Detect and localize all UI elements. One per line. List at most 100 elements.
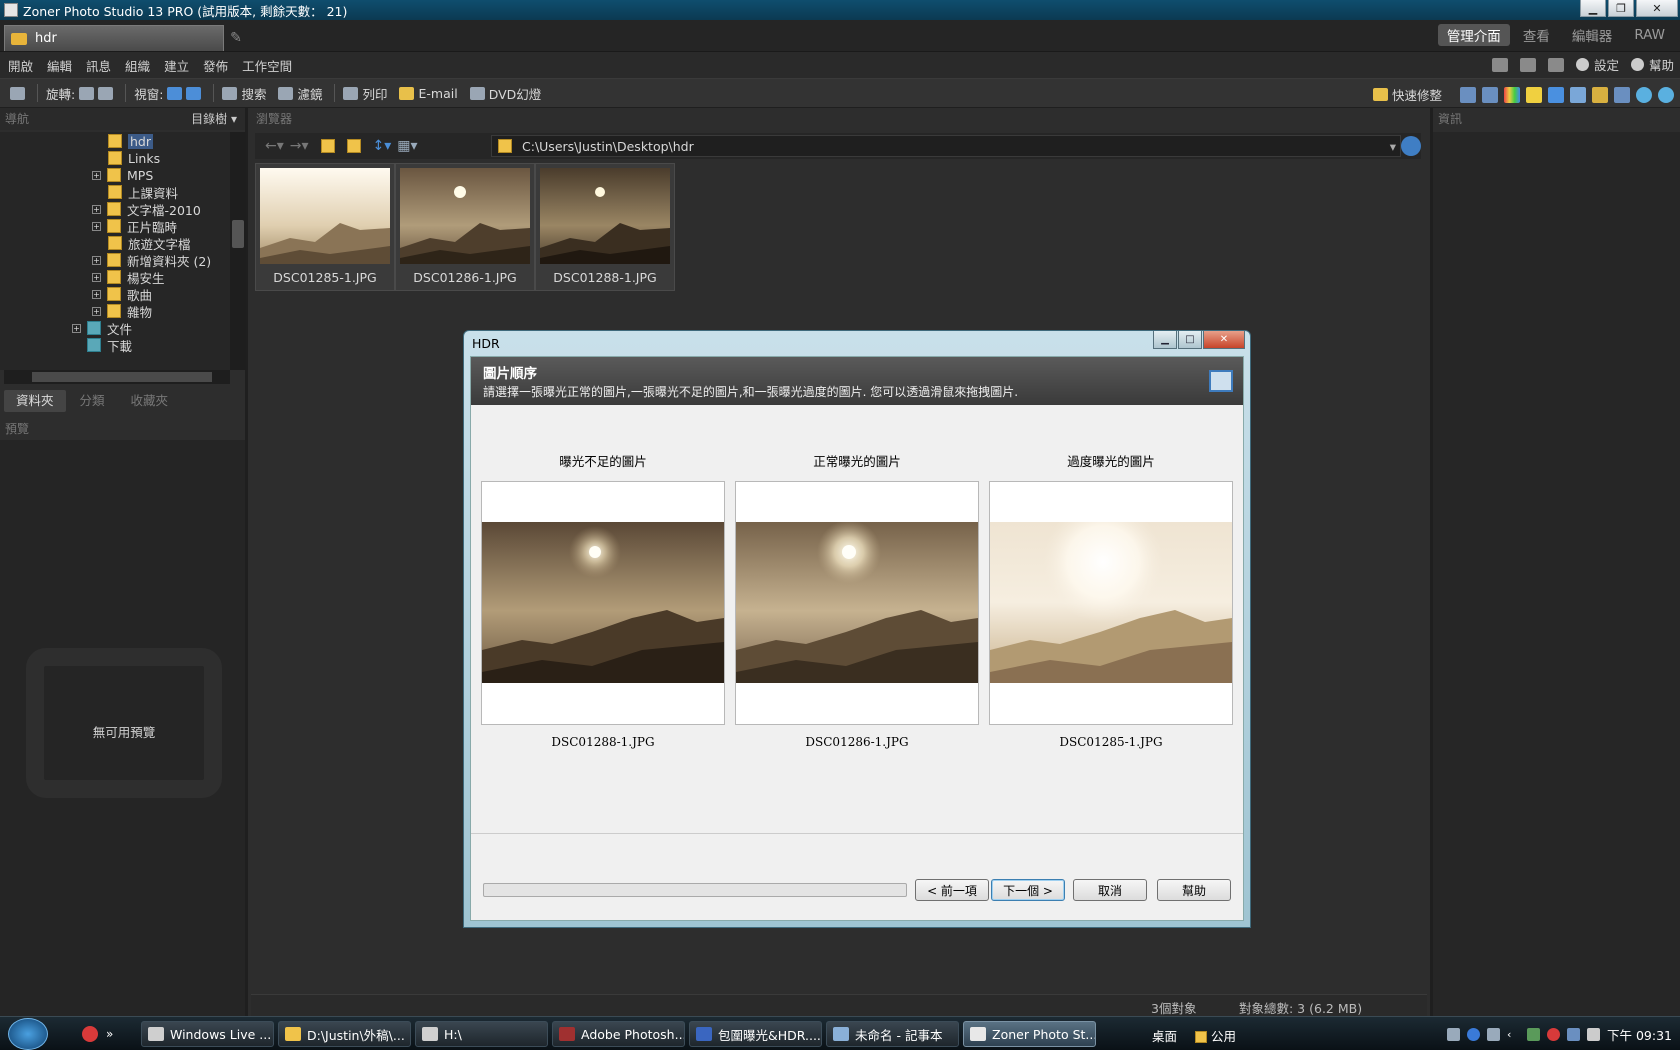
volume-icon[interactable] bbox=[1587, 1027, 1600, 1041]
card-icon[interactable] bbox=[1519, 57, 1536, 72]
quick-fix-button[interactable]: 快速修整 bbox=[1372, 85, 1442, 104]
tree-item-misc[interactable]: + 雜物 bbox=[92, 302, 152, 320]
zoom-in-icon[interactable] bbox=[1636, 86, 1652, 103]
batch-icon[interactable] bbox=[1614, 86, 1630, 103]
keyboard-icon[interactable] bbox=[1447, 1027, 1460, 1041]
light-icon[interactable] bbox=[1526, 86, 1542, 103]
tree-item-yang[interactable]: + 楊安生 bbox=[92, 268, 165, 286]
menu-edit[interactable]: 編輯 bbox=[47, 56, 72, 75]
next-button[interactable]: 下一個 > bbox=[991, 879, 1065, 901]
menu-create[interactable]: 建立 bbox=[164, 56, 189, 75]
overexposed-image-slot[interactable] bbox=[989, 481, 1233, 725]
effects-icon[interactable] bbox=[1592, 86, 1608, 103]
sharpen-icon[interactable] bbox=[1548, 86, 1564, 103]
tree-item-downloads[interactable]: 下載 bbox=[87, 336, 132, 354]
filter-button[interactable]: 濾鏡 bbox=[278, 84, 322, 103]
expand-icon[interactable]: + bbox=[92, 289, 101, 299]
mode-raw[interactable]: RAW bbox=[1625, 24, 1674, 46]
minimize-button[interactable]: ▁ bbox=[1580, 0, 1606, 17]
chevron-down-icon[interactable]: ▾ bbox=[1390, 139, 1396, 154]
view-left-icon[interactable] bbox=[167, 86, 183, 100]
task-explorer-h[interactable]: H:\ bbox=[415, 1021, 548, 1047]
prev-button[interactable]: < 前一項 bbox=[915, 879, 989, 901]
expand-icon[interactable]: + bbox=[92, 170, 101, 180]
view-right-icon[interactable] bbox=[186, 86, 202, 100]
scrollbar-thumb[interactable] bbox=[232, 220, 244, 248]
menu-publish[interactable]: 發佈 bbox=[203, 56, 228, 75]
mode-editor[interactable]: 編輯器 bbox=[1563, 24, 1622, 46]
network-icon[interactable] bbox=[1527, 1027, 1540, 1041]
expand-icon[interactable]: + bbox=[92, 204, 101, 214]
image-edit-icon[interactable] bbox=[1570, 86, 1586, 103]
tree-view-dropdown[interactable]: 目錄樹 ▾ bbox=[191, 108, 237, 130]
help-button[interactable]: 幫助 bbox=[1630, 55, 1674, 74]
email-button[interactable]: E-mail bbox=[399, 86, 458, 101]
tree-vertical-scrollbar[interactable] bbox=[230, 132, 246, 370]
expand-icon[interactable]: + bbox=[92, 306, 101, 316]
document-tab-hdr[interactable]: hdr bbox=[4, 25, 224, 51]
task-windows-live[interactable]: Windows Live ... bbox=[141, 1021, 274, 1047]
public-link[interactable]: 公用 bbox=[1195, 1026, 1236, 1045]
expand-icon[interactable]: + bbox=[92, 255, 101, 265]
view-mode-icon[interactable]: ▦▾ bbox=[397, 138, 417, 154]
sort-icon[interactable]: ↕▾ bbox=[373, 138, 392, 154]
expand-icon[interactable]: + bbox=[92, 221, 101, 231]
dvd-slideshow-button[interactable]: DVD幻燈 bbox=[469, 84, 541, 103]
start-button[interactable] bbox=[8, 1018, 48, 1050]
monitor-icon[interactable] bbox=[1491, 57, 1508, 72]
resize-icon[interactable] bbox=[1482, 86, 1498, 103]
tab-favorites[interactable]: 收藏夾 bbox=[119, 390, 181, 412]
crop-icon[interactable] bbox=[1460, 86, 1476, 103]
tab-categories[interactable]: 分類 bbox=[68, 390, 117, 412]
tree-item-hdr[interactable]: hdr bbox=[108, 132, 153, 150]
menu-workspace[interactable]: 工作空間 bbox=[242, 56, 292, 75]
settings-button[interactable]: 設定 bbox=[1575, 55, 1619, 74]
tree-item-slides-temp[interactable]: + 正片臨時 bbox=[92, 217, 177, 235]
quicklaunch-more-icon[interactable]: » bbox=[106, 1026, 122, 1042]
print-button[interactable]: 列印 bbox=[343, 84, 387, 103]
display-icon[interactable] bbox=[1567, 1027, 1580, 1041]
cancel-button[interactable]: 取消 bbox=[1073, 879, 1147, 901]
tree-item-travel-text[interactable]: 旅遊文字檔 bbox=[108, 234, 191, 252]
new-tab-icon[interactable]: ✎ bbox=[228, 30, 244, 46]
search-button[interactable]: 搜索 bbox=[222, 84, 266, 103]
rotate-right-icon[interactable] bbox=[98, 86, 114, 100]
camera-button[interactable] bbox=[10, 86, 25, 100]
expand-icon[interactable]: + bbox=[92, 272, 101, 282]
forward-icon[interactable]: →▾ bbox=[290, 138, 309, 154]
menu-info[interactable]: 訊息 bbox=[86, 56, 111, 75]
task-explorer-justin[interactable]: D:\Justin\外稿\... bbox=[278, 1021, 411, 1047]
scrollbar-thumb[interactable] bbox=[32, 372, 212, 382]
back-icon[interactable]: ←▾ bbox=[265, 138, 284, 154]
mode-manager[interactable]: 管理介面 bbox=[1437, 24, 1510, 46]
thumbnail-item[interactable]: DSC01288-1.JPG bbox=[535, 163, 675, 291]
close-button[interactable]: ✕ bbox=[1636, 0, 1678, 17]
tab-folders[interactable]: 資料夾 bbox=[4, 390, 66, 412]
security-icon[interactable] bbox=[1547, 1027, 1560, 1041]
folder-menu-icon[interactable] bbox=[346, 139, 361, 153]
usb-icon[interactable] bbox=[1487, 1027, 1500, 1041]
path-field[interactable]: C:\Users\Justin\Desktop\hdr ▾ bbox=[491, 135, 1401, 157]
chevron-left-icon[interactable]: ‹ bbox=[1507, 1028, 1520, 1041]
tree-item-links[interactable]: Links bbox=[108, 149, 160, 167]
tree-horizontal-scrollbar[interactable] bbox=[4, 370, 230, 384]
dialog-maximize-button[interactable]: □ bbox=[1178, 331, 1202, 349]
task-word-doc[interactable]: 包圍曝光&HDR.... bbox=[689, 1021, 822, 1047]
normal-image-slot[interactable] bbox=[735, 481, 979, 725]
tree-item-text-2010[interactable]: + 文字檔-2010 bbox=[92, 200, 201, 218]
help-icon[interactable] bbox=[1467, 1027, 1480, 1041]
zoom-out-icon[interactable] bbox=[1658, 86, 1674, 103]
rotate-left-icon[interactable] bbox=[79, 86, 95, 100]
tree-item-mps[interactable]: + MPS bbox=[92, 166, 153, 184]
refresh-icon[interactable] bbox=[1401, 136, 1421, 156]
parent-folder-icon[interactable] bbox=[320, 139, 335, 153]
color-icon[interactable] bbox=[1504, 86, 1520, 103]
tree-item-class-data[interactable]: 上課資料 bbox=[108, 183, 178, 201]
plugin-icon[interactable] bbox=[1547, 57, 1564, 72]
thumbnail-item[interactable]: DSC01286-1.JPG bbox=[395, 163, 535, 291]
quicklaunch-icon[interactable] bbox=[82, 1026, 98, 1042]
restore-button[interactable]: ❐ bbox=[1608, 0, 1634, 17]
tree-item-new-folder-2[interactable]: + 新增資料夾 (2) bbox=[92, 251, 211, 269]
dialog-minimize-button[interactable]: ▁ bbox=[1153, 331, 1177, 349]
tree-item-songs[interactable]: + 歌曲 bbox=[92, 285, 152, 303]
